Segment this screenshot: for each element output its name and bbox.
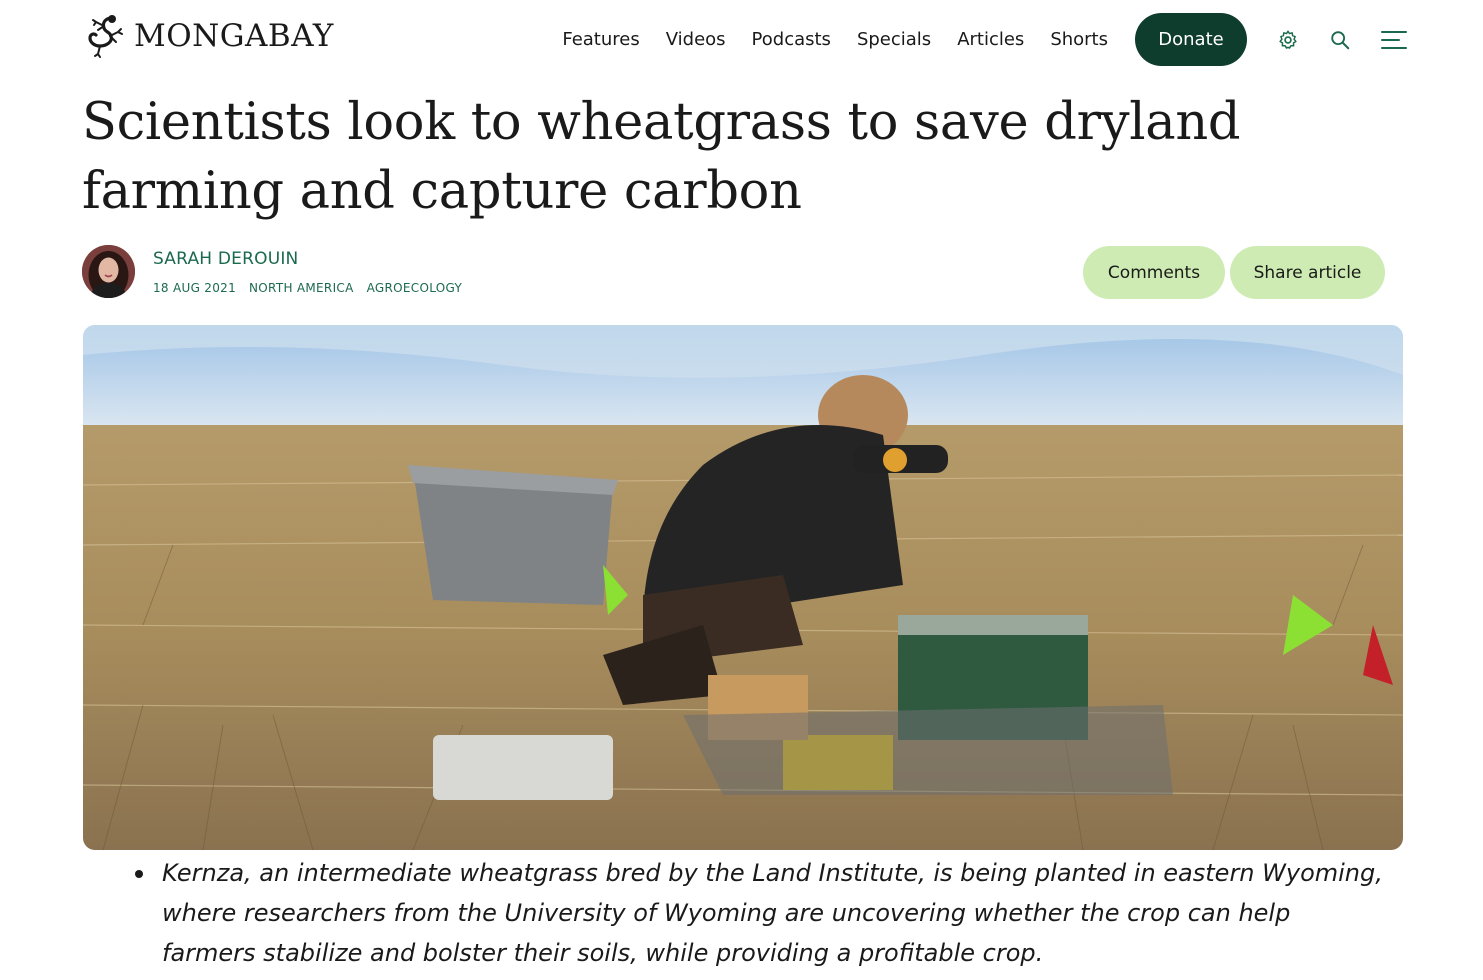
article-meta: 18 AUG 2021 NORTH AMERICA AGROECOLOGY (153, 281, 475, 295)
site-logo[interactable]: MONGABAY (82, 12, 334, 60)
gear-icon[interactable] (1275, 27, 1301, 53)
donate-button[interactable]: Donate (1135, 13, 1247, 66)
gecko-icon (88, 15, 123, 58)
summary-bullets: Kernza, an intermediate wheatgrass bred … (130, 853, 1390, 973)
publish-date: 18 AUG 2021 (153, 281, 237, 295)
nav-features[interactable]: Features (562, 29, 639, 50)
summary-bullet: Kernza, an intermediate wheatgrass bred … (130, 853, 1390, 973)
share-article-button[interactable]: Share article (1230, 246, 1385, 299)
menu-icon[interactable] (1381, 27, 1407, 53)
tag-agroecology[interactable]: AGROECOLOGY (367, 281, 463, 295)
byline: SARAH DEROUIN 18 AUG 2021 NORTH AMERICA … (82, 245, 1402, 299)
author-avatar[interactable] (82, 245, 135, 298)
article-title: Scientists look to wheatgrass to save dr… (82, 93, 1241, 221)
author-name[interactable]: SARAH DEROUIN (153, 249, 298, 269)
nav-specials[interactable]: Specials (857, 29, 931, 50)
nav-videos[interactable]: Videos (666, 29, 726, 50)
logo-text: MONGABAY (134, 18, 334, 54)
nav-articles[interactable]: Articles (957, 29, 1024, 50)
search-icon[interactable] (1327, 27, 1353, 53)
nav-podcasts[interactable]: Podcasts (752, 29, 831, 50)
main-nav: Features Videos Podcasts Specials Articl… (562, 13, 1483, 66)
comments-button[interactable]: Comments (1083, 246, 1225, 299)
site-header: MONGABAY Features Videos Podcasts Specia… (0, 0, 1483, 80)
hero-image (83, 325, 1403, 850)
nav-shorts[interactable]: Shorts (1050, 29, 1108, 50)
tag-north-america[interactable]: NORTH AMERICA (249, 281, 354, 295)
